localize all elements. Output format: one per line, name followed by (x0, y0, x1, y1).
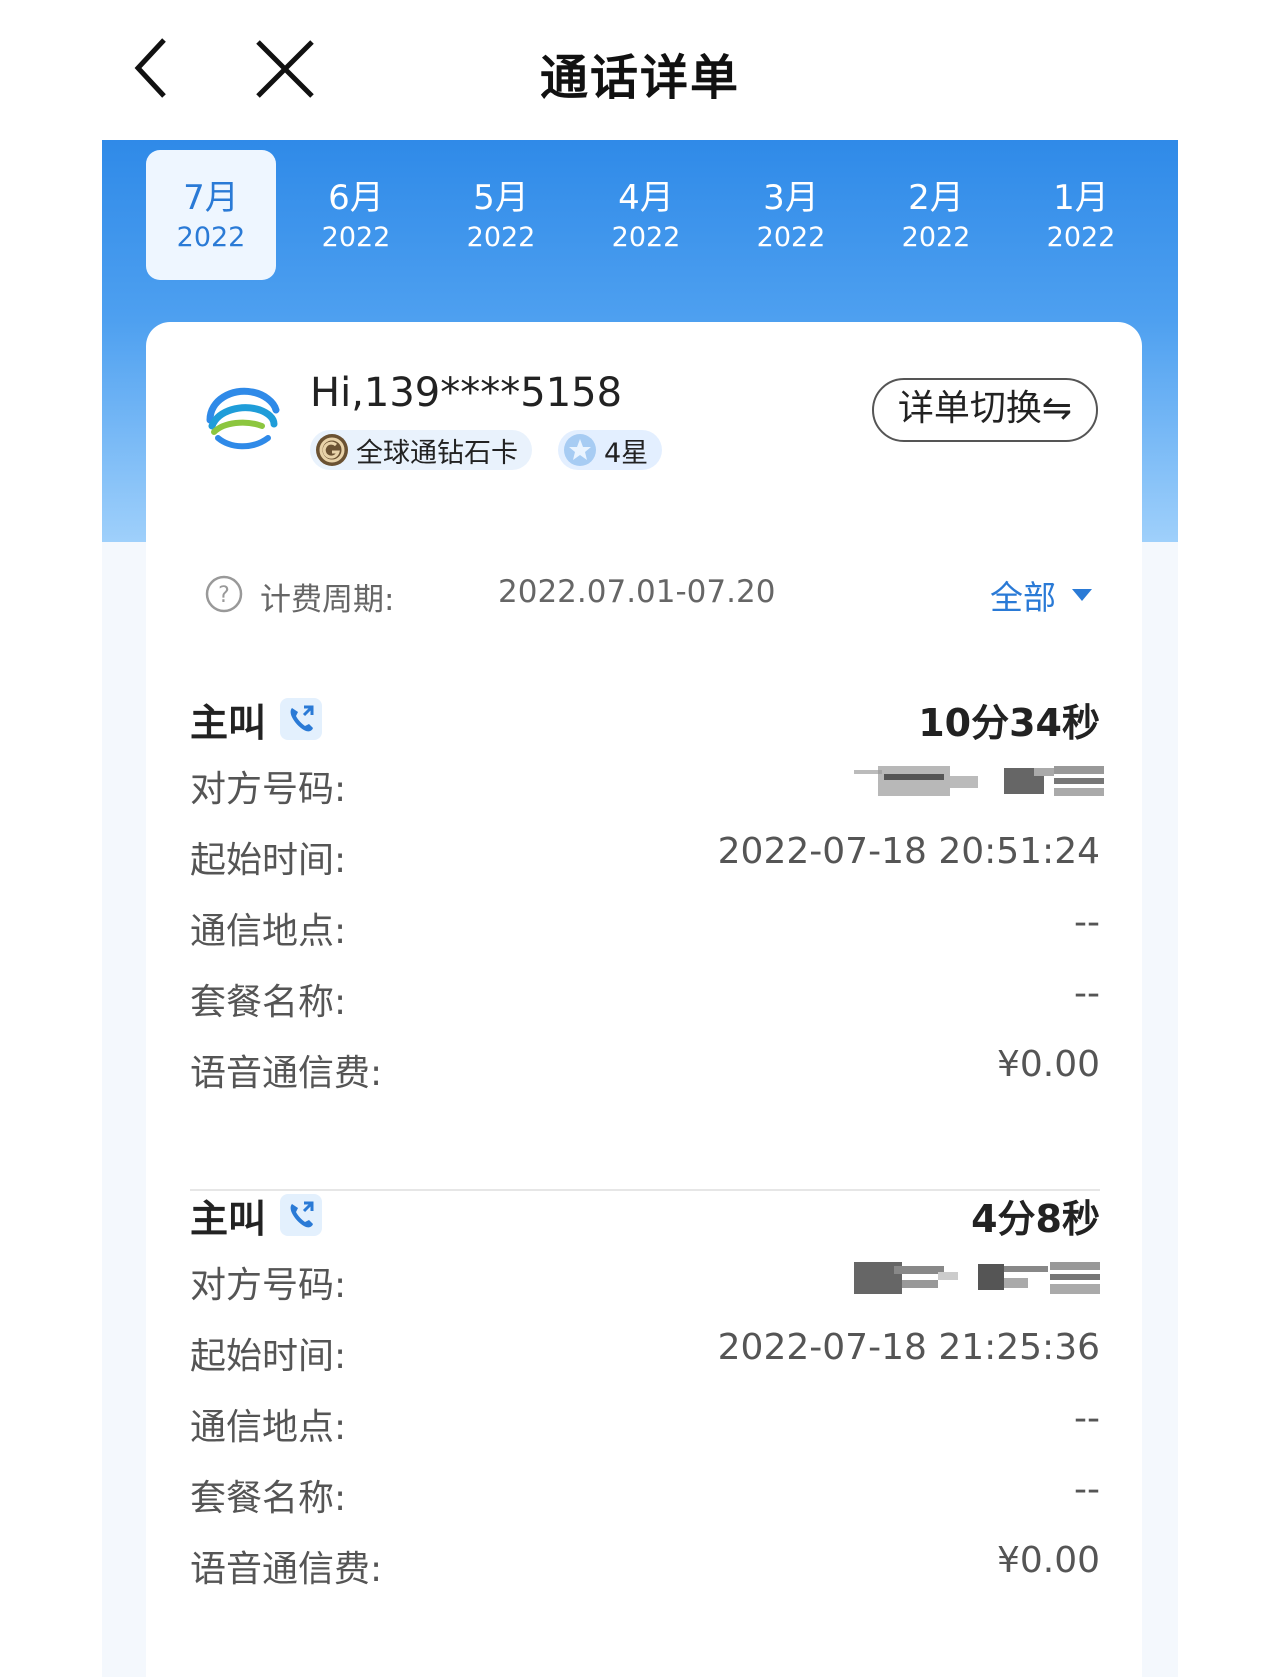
start-time-label: 起始时间: (190, 840, 347, 881)
outgoing-call-icon (280, 1194, 322, 1236)
detail-switch-button[interactable]: 详单切换⇋ (872, 378, 1098, 442)
peer-number-row: 对方号码: (190, 752, 1104, 823)
card-level-badge: 全球通钻石卡 (310, 430, 532, 470)
tab-month-label: 2月 (908, 178, 964, 218)
fee-label: 语音通信费: (190, 1053, 383, 1094)
tab-month-label: 1月 (1053, 178, 1109, 218)
fee-label: 语音通信费: (190, 1549, 383, 1590)
start-time-row: 起始时间: 2022-07-18 21:25:36 (190, 1319, 1100, 1390)
location-row: 通信地点: -- (190, 1390, 1100, 1461)
location-label: 通信地点: (190, 911, 347, 952)
peer-number-label: 对方号码: (190, 1265, 347, 1306)
tab-year-label: 2022 (1046, 222, 1116, 253)
tab-year-label: 2022 (176, 222, 246, 253)
location-value: -- (1074, 1398, 1100, 1439)
tab-year-label: 2022 (321, 222, 391, 253)
call-record[interactable]: 主叫 4分8秒 对方号码: 起始时间: 2022-07-18 21:25:36 (190, 1188, 1100, 1603)
svg-text:?: ? (218, 583, 230, 608)
location-row: 通信地点: -- (190, 894, 1100, 965)
card-level-label: 全球通钻石卡 (356, 437, 518, 469)
location-value: -- (1074, 902, 1100, 943)
tab-year-label: 2022 (611, 222, 681, 253)
user-greeting: Hi,139****5158 (310, 370, 623, 416)
triangle-down-icon (1072, 589, 1092, 601)
outgoing-call-icon (280, 698, 322, 740)
tab-month-label: 4月 (618, 178, 674, 218)
star-level-badge: 4星 (558, 430, 663, 470)
top-bar: 通话详单 (0, 0, 1280, 140)
filter-dropdown[interactable]: 全部 (990, 570, 1094, 620)
record-header: 主叫 10分34秒 (190, 692, 1100, 752)
start-time-label: 起始时间: (190, 1336, 347, 1377)
tab-year-label: 2022 (901, 222, 971, 253)
masked-phone-number (854, 1262, 1100, 1294)
fee-row: 语音通信费: ¥0.00 (190, 1532, 1100, 1603)
package-value: -- (1074, 1469, 1100, 1510)
start-time-value: 2022-07-18 21:25:36 (717, 1327, 1100, 1368)
page-title: 通话详单 (539, 50, 740, 106)
call-type-label: 主叫 (190, 701, 267, 745)
billing-period-row: ? 计费周期: 2022.07.01-07.20 (204, 570, 1104, 620)
tab-month-label: 6月 (328, 178, 384, 218)
tab-month-1[interactable]: 1月 2022 (1016, 150, 1146, 280)
tab-month-6[interactable]: 6月 2022 (291, 150, 421, 280)
fee-value: ¥0.00 (996, 1044, 1100, 1085)
bill-detail-card: Hi,139****5158 全球通钻石卡 4星 详单切换⇋ ? 计费周期: 2… (146, 322, 1142, 1677)
carrier-logo (202, 380, 282, 460)
package-row: 套餐名称: -- (190, 1461, 1100, 1532)
help-icon[interactable]: ? (204, 574, 244, 614)
month-tabs: 7月 2022 6月 2022 5月 2022 4月 2022 3月 2022 … (146, 150, 1146, 280)
star-icon (564, 434, 596, 466)
record-header: 主叫 4分8秒 (190, 1188, 1100, 1248)
tab-year-label: 2022 (466, 222, 536, 253)
tab-month-3[interactable]: 3月 2022 (726, 150, 856, 280)
start-time-value: 2022-07-18 20:51:24 (717, 831, 1100, 872)
call-duration: 4分8秒 (971, 1197, 1100, 1241)
package-row: 套餐名称: -- (190, 965, 1100, 1036)
location-label: 通信地点: (190, 1407, 347, 1448)
billing-period-value: 2022.07.01-07.20 (498, 574, 776, 610)
tab-month-5[interactable]: 5月 2022 (436, 150, 566, 280)
tab-year-label: 2022 (756, 222, 826, 253)
tab-month-7[interactable]: 7月 2022 (146, 150, 276, 280)
package-label: 套餐名称: (190, 982, 347, 1023)
filter-selected-label: 全部 (990, 578, 1056, 617)
fee-value: ¥0.00 (996, 1540, 1100, 1581)
tab-month-label: 3月 (763, 178, 819, 218)
package-label: 套餐名称: (190, 1478, 347, 1519)
star-level-label: 4星 (604, 437, 649, 469)
diamond-card-icon (316, 434, 348, 466)
tab-month-label: 5月 (473, 178, 529, 218)
tab-month-4[interactable]: 4月 2022 (581, 150, 711, 280)
fee-row: 语音通信费: ¥0.00 (190, 1036, 1100, 1107)
call-duration: 10分34秒 (918, 701, 1100, 745)
billing-period-label: 计费周期: (260, 582, 395, 618)
masked-phone-number (854, 766, 1104, 796)
peer-number-label: 对方号码: (190, 769, 347, 810)
peer-number-row: 对方号码: (190, 1248, 1100, 1319)
tab-month-2[interactable]: 2月 2022 (871, 150, 1001, 280)
start-time-row: 起始时间: 2022-07-18 20:51:24 (190, 823, 1100, 894)
tab-month-label: 7月 (183, 178, 239, 218)
package-value: -- (1074, 973, 1100, 1014)
call-record[interactable]: 主叫 10分34秒 对方号码: 起始时间: 2022-07-18 20:51:2… (190, 692, 1104, 1107)
call-type-label: 主叫 (190, 1197, 267, 1241)
